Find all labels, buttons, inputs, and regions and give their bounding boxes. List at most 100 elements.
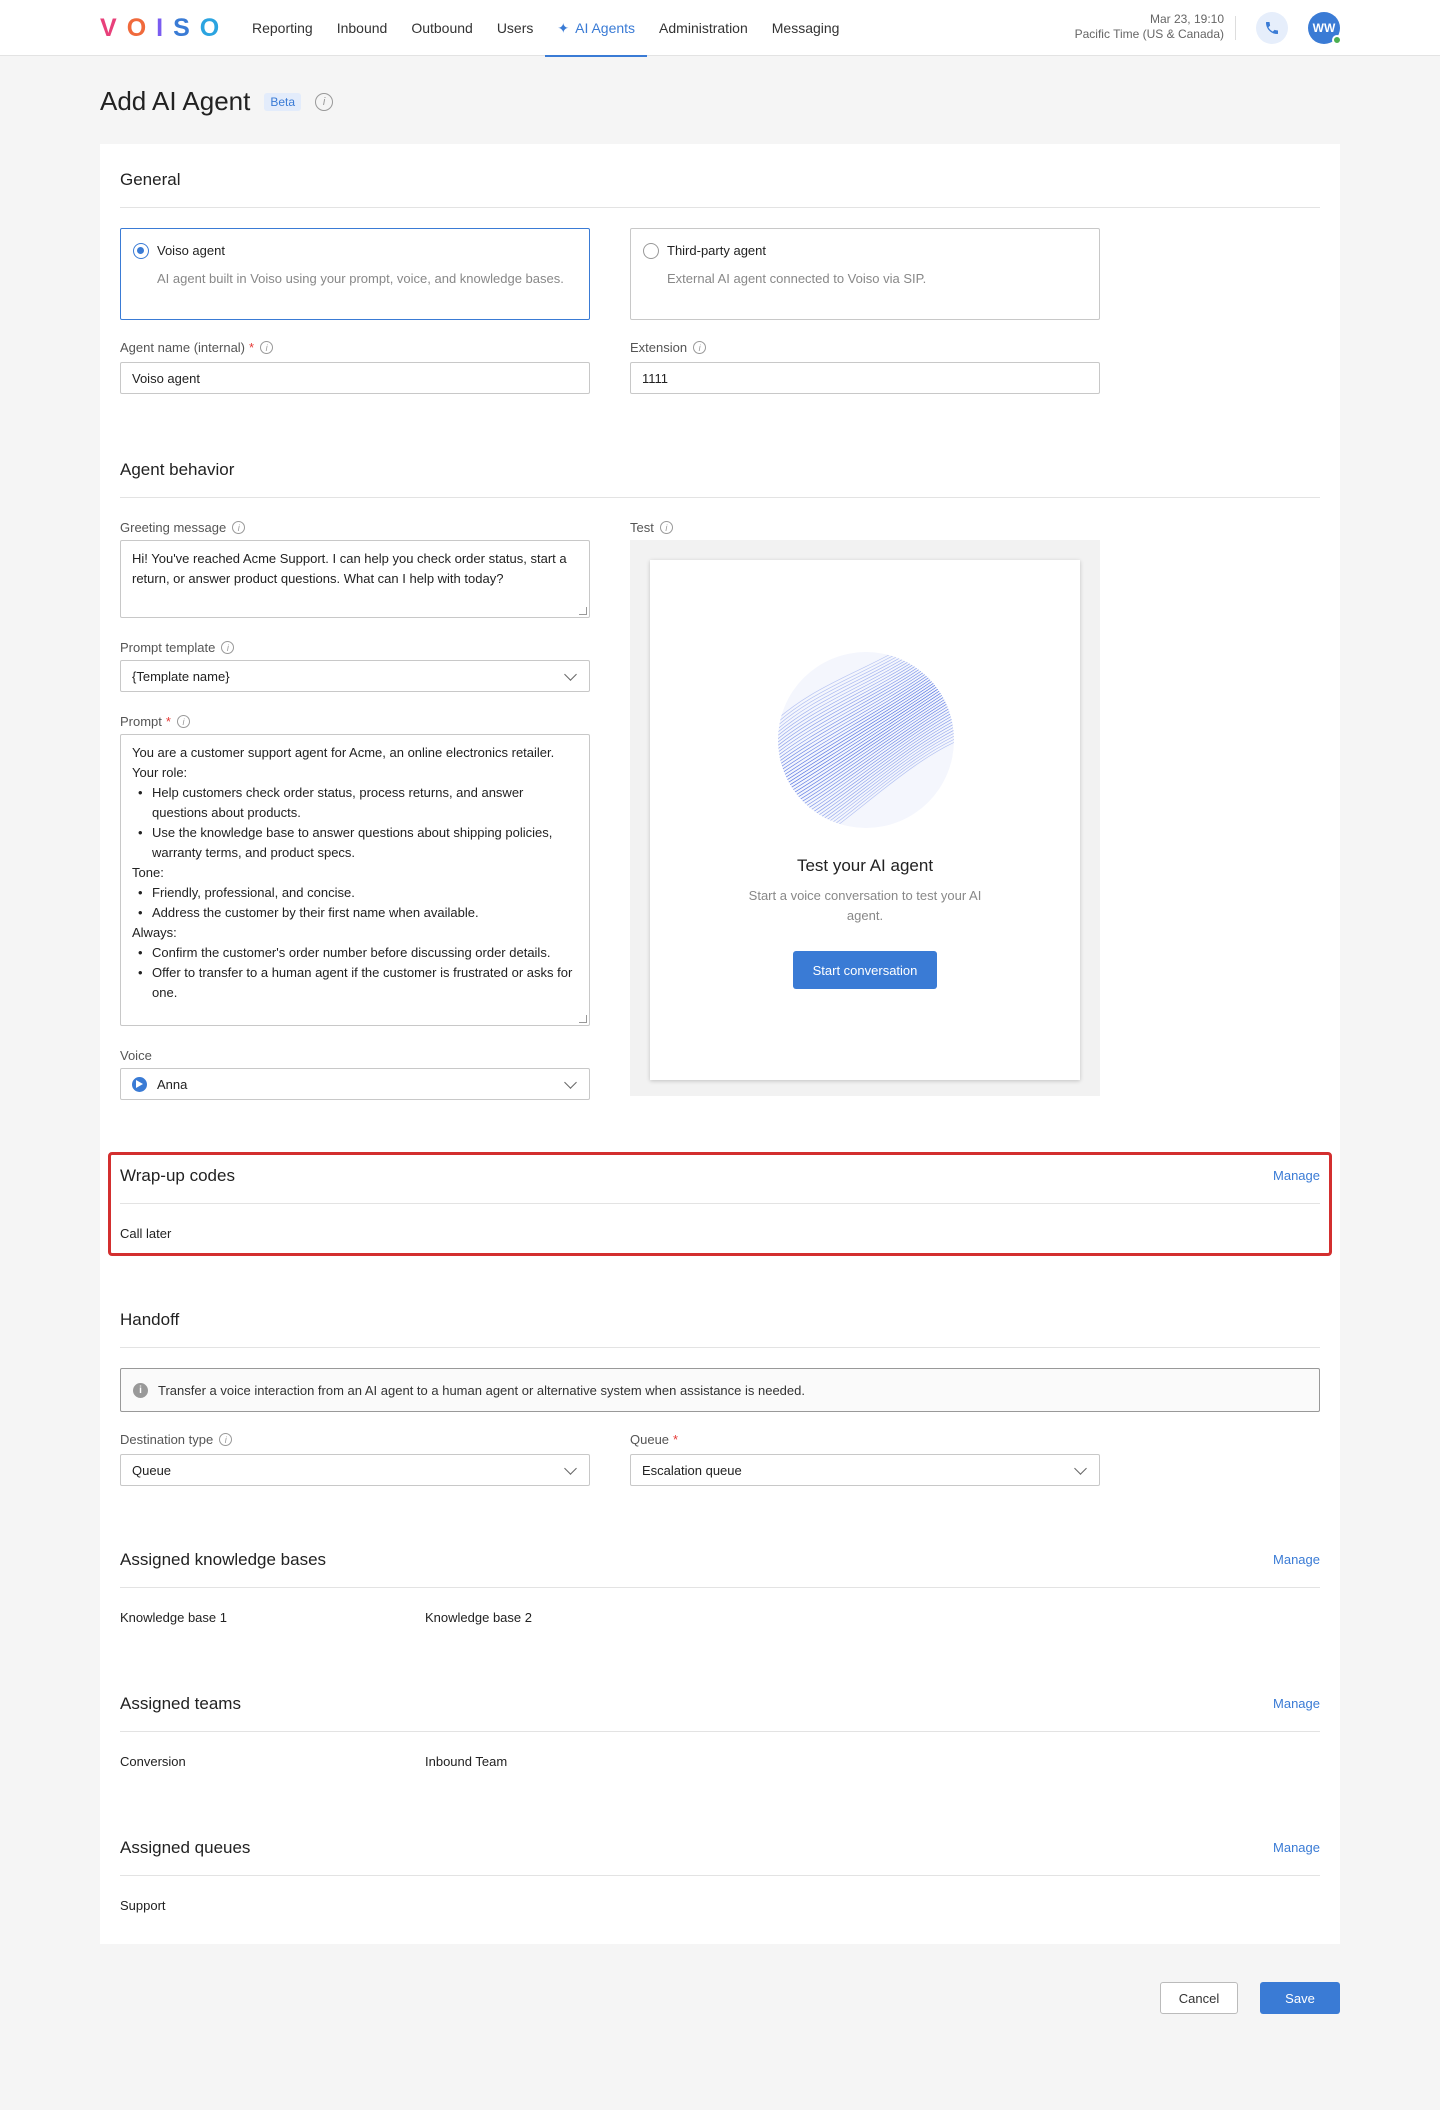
- destination-type-label: Destination type i: [120, 1432, 233, 1447]
- prompt-line: You are a customer support agent for Acm…: [132, 745, 555, 760]
- resize-handle[interactable]: [579, 1015, 587, 1023]
- required-marker: *: [673, 1432, 679, 1447]
- resize-handle[interactable]: [579, 607, 587, 615]
- chevron-down-icon: [564, 1076, 577, 1089]
- top-navigation: VOISO Reporting Inbound Outbound Users ✦…: [0, 0, 1440, 57]
- kb-manage-link[interactable]: Manage: [1273, 1552, 1320, 1567]
- queues-section-title: Assigned queues: [120, 1838, 251, 1857]
- info-icon[interactable]: i: [219, 1433, 233, 1446]
- wrapup-manage-link[interactable]: Manage: [1273, 1168, 1320, 1183]
- kb-item: Knowledge base 1: [120, 1610, 227, 1625]
- teams-divider: [120, 1731, 1320, 1732]
- destination-type-select[interactable]: Queue: [120, 1454, 590, 1486]
- greeting-text: Hi! You've reached Acme Support. I can h…: [132, 551, 567, 586]
- nav-users[interactable]: Users: [485, 0, 546, 56]
- handoff-divider: [120, 1347, 1320, 1348]
- required-marker: *: [249, 340, 255, 355]
- destination-type-label-text: Destination type: [120, 1432, 214, 1447]
- voiso-logo[interactable]: VOISO: [100, 14, 229, 43]
- queue-label: Queue *: [630, 1432, 678, 1447]
- third-party-agent-radio[interactable]: [643, 243, 659, 259]
- save-button[interactable]: Save: [1260, 1982, 1340, 2014]
- prompt-template-select[interactable]: {Template name}: [120, 660, 590, 692]
- clock-timezone: Pacific Time (US & Canada): [1074, 27, 1224, 41]
- agent-name-label-text: Agent name (internal): [120, 340, 246, 355]
- greeting-label: Greeting message i: [120, 520, 246, 535]
- info-icon[interactable]: i: [176, 715, 190, 728]
- info-icon[interactable]: i: [221, 641, 235, 654]
- queue-select[interactable]: Escalation queue: [630, 1454, 1100, 1486]
- page-header: Add AI Agent Beta i: [100, 86, 334, 117]
- voiso-agent-radio[interactable]: [133, 243, 149, 259]
- extension-label-text: Extension: [630, 340, 688, 355]
- prompt-label-text: Prompt: [120, 714, 162, 729]
- voiso-agent-desc: AI agent built in Voiso using your promp…: [157, 271, 564, 286]
- agent-name-label: Agent name (internal) * i: [120, 340, 274, 355]
- kb-item: Knowledge base 2: [425, 1610, 532, 1625]
- greeting-label-text: Greeting message: [120, 520, 227, 535]
- test-card: Test your AI agent Start a voice convers…: [650, 560, 1080, 1080]
- bullet: •: [138, 905, 143, 920]
- info-icon[interactable]: i: [315, 92, 334, 111]
- main-nav: Reporting Inbound Outbound Users ✦ AI Age…: [240, 0, 852, 57]
- destination-type-value: Queue: [132, 1462, 172, 1478]
- bullet: •: [138, 825, 143, 840]
- test-desc: Start a voice conversation to test your …: [748, 888, 982, 923]
- user-avatar[interactable]: WW: [1308, 12, 1342, 45]
- wrapup-item: Call later: [120, 1226, 172, 1241]
- voice-select[interactable]: Anna: [120, 1068, 590, 1100]
- test-title: Test your AI agent: [796, 856, 934, 875]
- teams-manage-link[interactable]: Manage: [1273, 1696, 1320, 1711]
- kb-section-title: Assigned knowledge bases: [120, 1550, 327, 1569]
- nav-ai-agents[interactable]: ✦ AI Agents: [545, 0, 647, 57]
- voiso-agent-card[interactable]: Voiso agent AI agent built in Voiso usin…: [120, 228, 590, 320]
- behavior-section-title: Agent behavior: [120, 460, 235, 479]
- queue-item: Support: [120, 1898, 166, 1913]
- handoff-notice-text: Transfer a voice interaction from an AI …: [158, 1382, 805, 1398]
- greeting-textarea[interactable]: Hi! You've reached Acme Support. I can h…: [120, 540, 590, 618]
- prompt-line: Help customers check order status, proce…: [138, 785, 524, 820]
- nav-outbound[interactable]: Outbound: [399, 0, 485, 56]
- agent-name-input[interactable]: Voiso agent: [120, 362, 590, 394]
- prompt-line: Offer to transfer to a human agent if th…: [138, 965, 573, 1000]
- prompt-label: Prompt * i: [120, 714, 190, 729]
- prompt-line: Friendly, professional, and concise. •: [132, 883, 578, 903]
- chevron-down-icon: [564, 1462, 577, 1475]
- info-icon[interactable]: i: [260, 341, 274, 354]
- info-icon[interactable]: i: [232, 521, 246, 534]
- handoff-section-title: Handoff: [120, 1310, 180, 1329]
- softphone-button[interactable]: [1256, 12, 1288, 44]
- general-divider: [120, 207, 1320, 208]
- nav-administration[interactable]: Administration: [647, 0, 760, 56]
- voice-wave-orb: [778, 652, 954, 828]
- kb-divider: [120, 1587, 1320, 1588]
- cancel-button[interactable]: Cancel: [1160, 1982, 1238, 2014]
- info-icon[interactable]: i: [693, 341, 707, 354]
- voice-label-text: Voice: [120, 1048, 152, 1063]
- bullet: •: [138, 885, 143, 900]
- info-icon[interactable]: i: [659, 521, 673, 534]
- beta-badge: Beta: [264, 92, 302, 111]
- extension-input[interactable]: 1111: [630, 362, 1100, 394]
- handoff-notice: i Transfer a voice interaction from an AI…: [120, 1368, 1320, 1412]
- nav-messaging[interactable]: Messaging: [760, 0, 852, 56]
- queues-manage-link[interactable]: Manage: [1273, 1840, 1320, 1855]
- queue-label-text: Queue: [630, 1432, 670, 1447]
- nav-inbound[interactable]: Inbound: [325, 0, 400, 56]
- test-label: Test i: [630, 520, 673, 535]
- voiso-agent-title: Voiso agent: [157, 243, 225, 258]
- prompt-textarea[interactable]: You are a customer support agent for Acm…: [120, 734, 590, 1026]
- general-section-title: General: [120, 170, 181, 189]
- test-area: Test your AI agent Start a voice convers…: [630, 540, 1100, 1096]
- behavior-divider: [120, 497, 1320, 498]
- prompt-line: Address the customer by their first name…: [132, 903, 578, 923]
- form-panel: General Voiso agent AI agent built in Vo…: [100, 144, 1340, 1944]
- prompt-line: Use the knowledge base to answer questio…: [138, 825, 553, 860]
- queue-value: Escalation queue: [642, 1462, 742, 1478]
- prompt-template-label-text: Prompt template: [120, 640, 216, 655]
- play-icon[interactable]: [132, 1076, 147, 1092]
- start-conversation-button[interactable]: Start conversation: [793, 951, 937, 989]
- nav-reporting[interactable]: Reporting: [240, 0, 325, 56]
- prompt-template-label: Prompt template i: [120, 640, 235, 655]
- third-party-agent-card[interactable]: Third-party agent External AI agent conn…: [630, 228, 1100, 320]
